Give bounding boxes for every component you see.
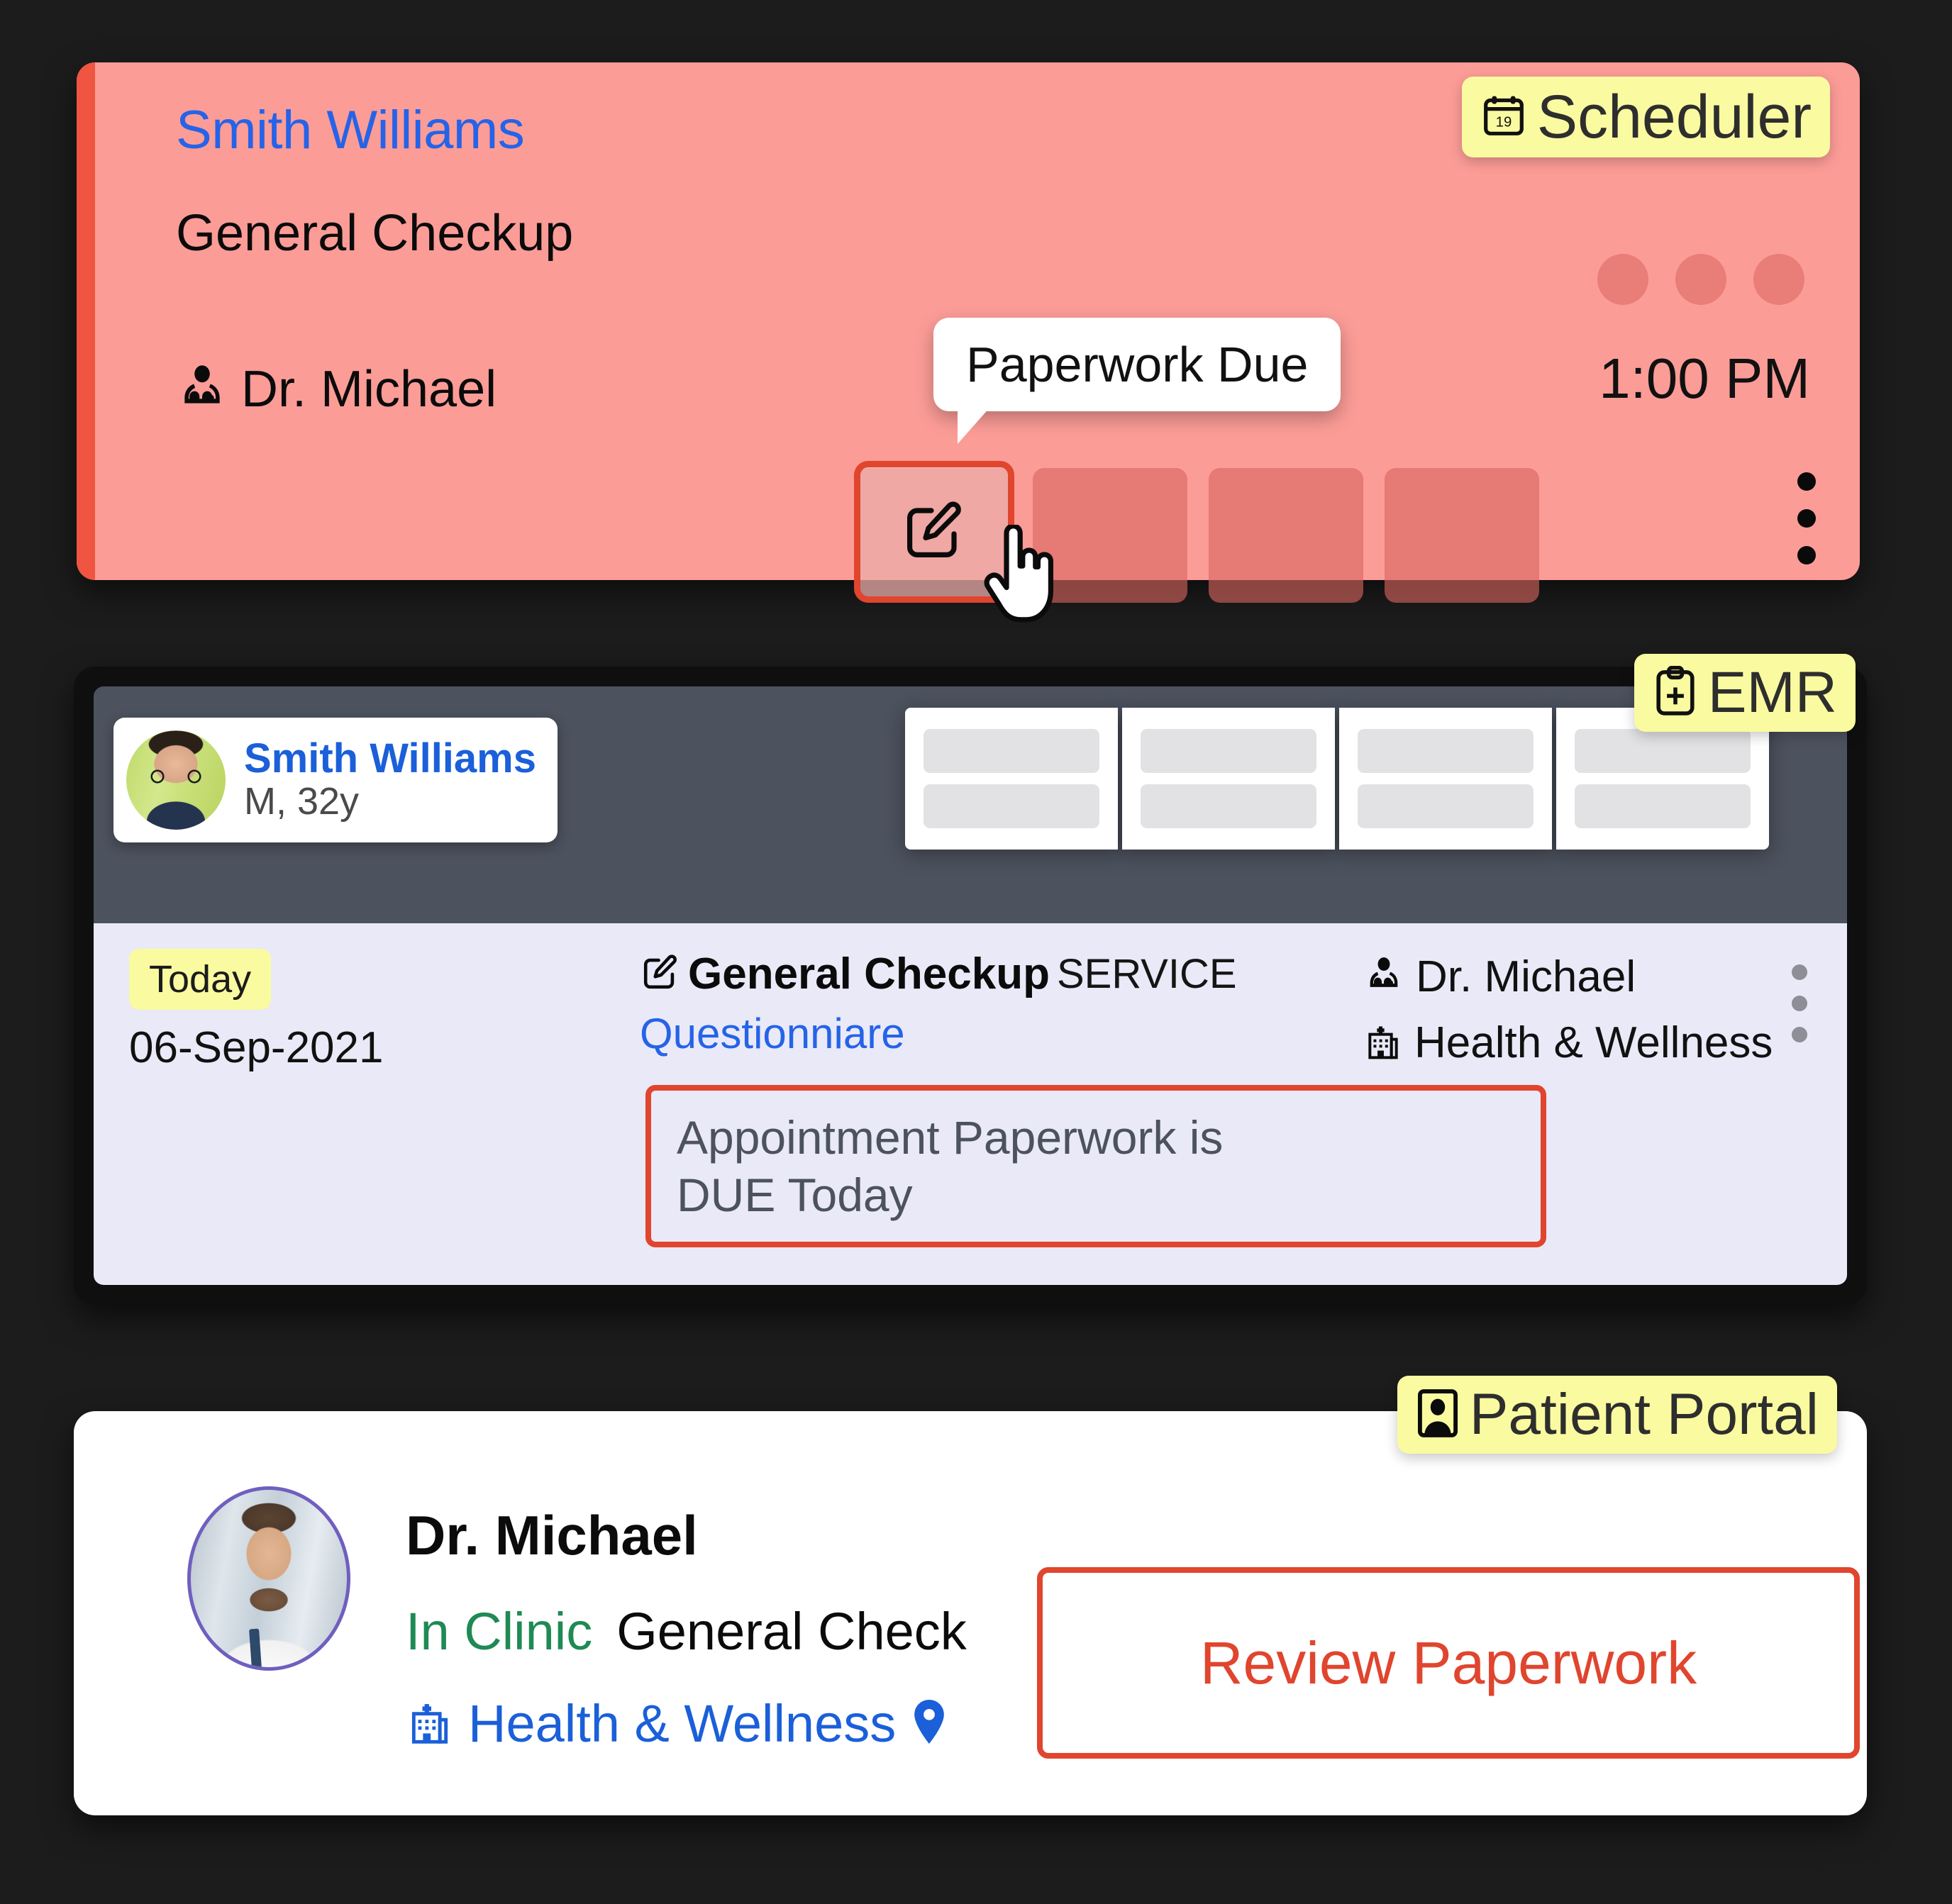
portal-badge-label: Patient Portal (1469, 1382, 1819, 1447)
portal-service-name: General Check (616, 1602, 967, 1661)
emr-card[interactable]: Smith Williams M, 32y EMR Today 06-Sep-2… (74, 654, 1867, 1305)
emr-service-name: General Checkup (688, 950, 1050, 998)
emr-tab-panel[interactable] (1339, 708, 1552, 850)
emr-inner: Smith Williams M, 32y EMR Today 06-Sep-2… (94, 654, 1856, 1285)
emr-service-type: SERVICE (1056, 951, 1237, 997)
emr-app-badge: EMR (1634, 654, 1856, 732)
edit-square-icon (900, 496, 968, 568)
portal-facility-row: Health & Wellness (406, 1693, 948, 1754)
emr-kebab-menu[interactable] (1792, 964, 1807, 1042)
patient-avatar (126, 730, 226, 830)
today-badge: Today (129, 949, 272, 1010)
patient-portal-app-badge: Patient Portal (1397, 1376, 1837, 1454)
doctor-icon (1363, 954, 1404, 999)
calendar-icon: 19 (1480, 92, 1527, 143)
placeholder-bar (1141, 784, 1316, 828)
emr-provider-cell: Dr. Michael Health & Wellness (1363, 952, 1773, 1068)
doctor-avatar (187, 1486, 350, 1671)
emr-date-cell: Today 06-Sep-2021 (129, 949, 384, 1073)
scheduler-kebab-menu[interactable] (1797, 472, 1816, 564)
review-paperwork-callout[interactable]: Review Paperwork (1037, 1567, 1860, 1759)
scheduler-status-accent-bar (77, 62, 95, 580)
portal-visit-row: In Clinic General Check (406, 1601, 967, 1661)
scheduler-appointment-time: 1:00 PM (1599, 347, 1810, 410)
avatar-placeholder (1753, 254, 1804, 305)
paperwork-due-tooltip: Paperwork Due (933, 318, 1341, 444)
kebab-dot (1792, 964, 1807, 980)
emr-patient-chip[interactable]: Smith Williams M, 32y (113, 718, 558, 842)
scheduler-badge-label: Scheduler (1536, 83, 1812, 151)
emr-patient-name: Smith Williams (244, 735, 537, 781)
emr-appointment-date: 06-Sep-2021 (129, 1023, 384, 1072)
placeholder-bar (1575, 784, 1751, 828)
placeholder-bar (924, 784, 1099, 828)
scheduler-doctor-row: Dr. Michael (176, 360, 497, 418)
emr-appointment-row[interactable]: Today 06-Sep-2021 General Checkup SERVIC… (94, 923, 1847, 1285)
due-notice-line2: DUE Today (677, 1168, 913, 1221)
avatar-placeholder (1675, 254, 1726, 305)
review-paperwork-label: Review Paperwork (1199, 1629, 1697, 1696)
placeholder-bar (1141, 729, 1316, 773)
scheduler-appointment-card[interactable]: Smith Williams General Checkup Dr. Micha… (77, 62, 1860, 623)
kebab-dot (1797, 509, 1816, 528)
scheduler-patient-name[interactable]: Smith Williams (176, 99, 525, 161)
emr-badge-label: EMR (1707, 660, 1837, 725)
placeholder-bar (1575, 729, 1751, 773)
scheduler-avatar-placeholders (1597, 254, 1804, 305)
kebab-dot (1792, 996, 1807, 1011)
hospital-icon (406, 1698, 454, 1749)
emr-tab-panel[interactable] (1122, 708, 1335, 850)
due-notice-line1: Appointment Paperwork is (677, 1111, 1224, 1164)
kebab-dot (1797, 546, 1816, 564)
paperwork-due-notice: Appointment Paperwork is DUE Today (645, 1085, 1546, 1248)
portal-facility-name: Health & Wellness (468, 1694, 897, 1753)
kebab-dot (1797, 472, 1816, 491)
edit-square-icon (640, 952, 681, 996)
scheduler-service-name: General Checkup (176, 205, 574, 262)
hospital-icon (1363, 1021, 1403, 1064)
scheduler-doctor-name: Dr. Michael (241, 361, 497, 418)
emr-doctor-name: Dr. Michael (1416, 952, 1636, 1001)
action-placeholder[interactable] (1209, 468, 1363, 603)
portal-doctor-name: Dr. Michael (406, 1504, 698, 1566)
emr-facility-row: Health & Wellness (1363, 1018, 1773, 1068)
screenshot-stage: Smith Williams General Checkup Dr. Micha… (0, 0, 1952, 1904)
svg-text:19: 19 (1495, 114, 1512, 130)
placeholder-bar (924, 729, 1099, 773)
placeholder-bar (1358, 784, 1534, 828)
emr-doctor-row: Dr. Michael (1363, 952, 1773, 1002)
emr-facility-name: Health & Wellness (1414, 1018, 1773, 1067)
id-card-person-icon (1416, 1388, 1460, 1442)
scheduler-app-badge: 19 Scheduler (1461, 77, 1830, 157)
emr-service-cell: General Checkup SERVICE Questionniare (640, 949, 1237, 1058)
emr-tab-panel[interactable] (905, 708, 1118, 850)
map-pin-icon (910, 1698, 948, 1749)
action-placeholder[interactable] (1385, 468, 1539, 603)
medical-clipboard-icon (1653, 665, 1698, 720)
portal-visit-mode: In Clinic (406, 1602, 593, 1661)
emr-questionnaire-link[interactable]: Questionniare (640, 1009, 1237, 1058)
avatar-placeholder (1597, 254, 1648, 305)
emr-patient-details: M, 32y (244, 779, 360, 823)
placeholder-bar (1358, 729, 1534, 773)
tooltip-label: Paperwork Due (966, 337, 1309, 392)
hand-pointer-cursor (979, 523, 1064, 631)
doctor-icon (176, 362, 228, 418)
kebab-dot (1792, 1027, 1807, 1042)
emr-header: Smith Williams M, 32y EMR (94, 654, 1856, 923)
